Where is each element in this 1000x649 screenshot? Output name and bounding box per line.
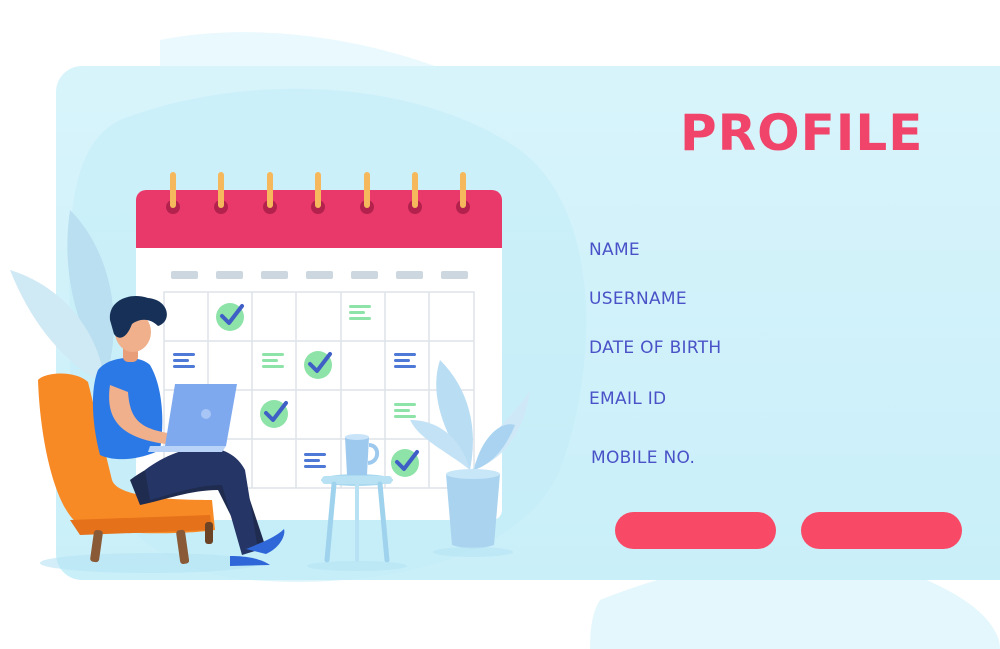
check-icon — [216, 303, 244, 331]
illustration — [10, 88, 587, 582]
date-of-birth-label: DATE OF BIRTH — [589, 338, 722, 358]
primary-action-button[interactable] — [615, 512, 776, 549]
profile-screen: PROFILE NAME USERNAME DATE OF BIRTH EMAI… — [0, 0, 1000, 649]
profile-title: PROFILE — [680, 104, 924, 162]
mobile-no-label: MOBILE NO. — [591, 448, 696, 468]
secondary-action-button[interactable] — [801, 512, 962, 549]
username-label: USERNAME — [589, 289, 687, 309]
email-id-label: EMAIL ID — [589, 389, 667, 409]
check-icon — [260, 400, 288, 428]
name-label: NAME — [589, 240, 640, 260]
check-icon — [391, 449, 419, 477]
check-icon — [304, 351, 332, 379]
